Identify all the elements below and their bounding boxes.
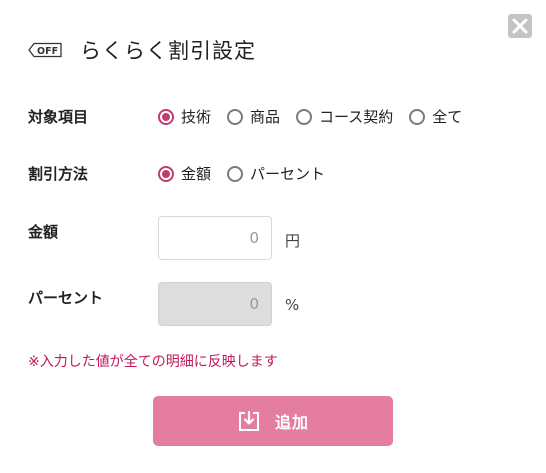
target-radio-course-contract[interactable]: コース契約 — [296, 106, 393, 127]
off-tag-icon: OFF — [28, 42, 62, 58]
radio-label: 全て — [432, 108, 463, 126]
target-radio-skill[interactable]: 技術 — [158, 106, 211, 127]
radio-unchecked-icon — [227, 108, 244, 125]
radio-unchecked-icon — [296, 108, 313, 125]
method-radio-group: 金額 パーセント — [158, 163, 341, 184]
target-radio-all[interactable]: 全て — [409, 106, 462, 127]
target-label: 対象項目 — [28, 108, 89, 126]
radio-label: 技術 — [181, 108, 212, 126]
download-tray-icon — [238, 410, 259, 431]
radio-checked-icon — [158, 165, 174, 182]
note-text: ※入力した値が全ての明細に反映します — [28, 354, 278, 370]
method-radio-amount[interactable]: 金額 — [158, 163, 211, 184]
target-radio-product[interactable]: 商品 — [227, 106, 280, 127]
amount-label: 金額 — [28, 223, 59, 241]
discount-settings-dialog: OFF らくらく割引設定 対象項目 技術 商品 コース契約 全て 割引方法 金額 — [0, 0, 546, 473]
percent-unit: % — [285, 296, 300, 314]
radio-label: 商品 — [250, 108, 281, 126]
add-button-label: 追加 — [274, 413, 309, 432]
radio-label: コース契約 — [319, 108, 394, 126]
target-radio-group: 技術 商品 コース契約 全て — [158, 106, 478, 127]
percent-input — [158, 282, 272, 326]
radio-label: 金額 — [181, 165, 212, 183]
close-icon — [512, 18, 528, 34]
amount-unit: 円 — [285, 232, 301, 250]
percent-label: パーセント — [28, 289, 104, 307]
off-tag-text: OFF — [37, 46, 58, 57]
amount-input[interactable] — [158, 216, 272, 260]
radio-unchecked-icon — [409, 108, 426, 125]
method-radio-percent[interactable]: パーセント — [227, 163, 325, 184]
page-title: らくらく割引設定 — [80, 39, 256, 63]
radio-unchecked-icon — [227, 165, 244, 182]
dialog-header: OFF らくらく割引設定 — [28, 34, 256, 66]
close-button[interactable] — [508, 14, 532, 38]
radio-checked-icon — [158, 108, 174, 125]
radio-label: パーセント — [250, 165, 326, 183]
add-button[interactable]: 追加 — [153, 396, 393, 446]
method-label: 割引方法 — [28, 165, 89, 183]
